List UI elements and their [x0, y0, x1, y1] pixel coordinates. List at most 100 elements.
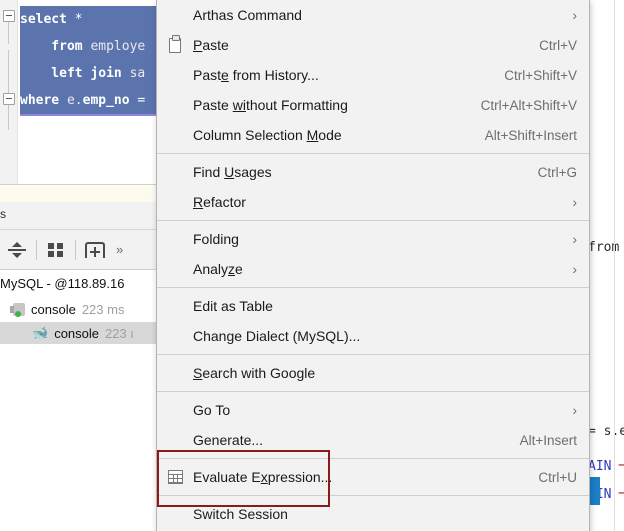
list-item-label: console [31, 301, 76, 317]
code-token: e. [66, 93, 83, 108]
menu-item-switch-session[interactable]: Switch Session [157, 499, 589, 529]
menu-separator [157, 153, 589, 154]
menu-item-edit-as-table[interactable]: Edit as Table [157, 291, 589, 321]
menu-item-find-usages[interactable]: Find Usages Ctrl+G [157, 157, 589, 187]
menu-item-paste-from-history[interactable]: Paste from History... Ctrl+Shift+V [157, 60, 589, 90]
code-fragment: = s.e [588, 424, 624, 439]
clipboard-icon [166, 34, 184, 54]
menu-item-label: Generate... [193, 432, 264, 448]
list-item[interactable]: console 223 ms [0, 298, 164, 320]
menu-item-column-selection-mode[interactable]: Column Selection Mode Alt+Shift+Insert [157, 120, 589, 150]
mnemonic-char: M [306, 127, 319, 143]
chevron-right-icon: › [572, 402, 577, 418]
editor-context-menu[interactable]: Arthas Command › Paste Ctrl+V Paste from His… [156, 0, 590, 531]
menu-item-label: Edit as Table [193, 298, 273, 314]
code-line: from employe [20, 33, 164, 60]
menu-item-evaluate-expression[interactable]: Evaluate Expression... Ctrl+U [157, 462, 589, 492]
menu-item-label: Analyze [193, 261, 243, 277]
code-token: = [129, 93, 146, 108]
code-token: sa [129, 66, 146, 81]
more-actions-icon[interactable]: » [116, 242, 123, 257]
menu-item-search-with-google[interactable]: Search with Google [157, 358, 589, 388]
mnemonic-char: wi [232, 97, 246, 113]
menu-item-analyze[interactable]: Analyze › [157, 254, 589, 284]
mnemonic-char: U [224, 164, 235, 180]
group-by-glyph [47, 242, 65, 258]
menu-item-label: Change Dialect (MySQL)... [193, 328, 361, 344]
chevron-up-icon [12, 241, 22, 247]
menu-item-label: Refactor [193, 194, 246, 210]
status-dot-icon [15, 310, 21, 317]
code-token: select [20, 12, 67, 27]
menu-item-shortcut: Alt+Shift+Insert [484, 127, 577, 143]
menu-item-generate[interactable]: Generate... Alt+Insert [157, 425, 589, 455]
menu-item-shortcut: Ctrl+G [537, 164, 577, 180]
editor-empty-area [20, 116, 164, 184]
grid-glyph [167, 470, 183, 484]
chevron-right-icon: › [572, 194, 577, 210]
editor-code-lines[interactable]: select * from employe left join sa where … [20, 6, 164, 114]
mnemonic-char: R [193, 194, 204, 210]
chevron-right-icon: › [572, 7, 577, 23]
menu-item-label: Column Selection Mode [193, 127, 342, 143]
mnemonic-char: P [193, 37, 203, 53]
group-dot-4 [56, 250, 63, 257]
dolphin-icon: 🐋 [32, 325, 49, 340]
code-line: select * [20, 6, 164, 33]
list-item[interactable]: 🐋 console 223 ı [0, 322, 164, 344]
toolbar-separator-1 [36, 239, 37, 260]
menu-item-paste-without-formatting[interactable]: Paste without Formatting Ctrl+Alt+Shift+V [157, 90, 589, 120]
scrollbar-edge[interactable] [614, 0, 615, 531]
menu-separator [157, 391, 589, 392]
fold-tail-2 [8, 50, 9, 93]
services-header: s [0, 202, 164, 230]
code-token: where [20, 93, 67, 108]
editor-gutter[interactable] [0, 0, 18, 202]
fold-marker-2[interactable] [3, 93, 15, 105]
code-fragment: ¬ [618, 487, 624, 502]
menu-item-shortcut: Ctrl+V [539, 37, 577, 53]
menu-item-paste[interactable]: Paste Ctrl+V [157, 30, 589, 60]
menu-item-folding[interactable]: Folding › [157, 224, 589, 254]
group-by-icon[interactable] [39, 233, 73, 267]
screenshot-root: select * from employe left join sa where … [0, 0, 624, 531]
chevron-down-icon [12, 252, 22, 258]
editor-warning-strip [0, 185, 164, 202]
menu-item-go-to[interactable]: Go To › [157, 395, 589, 425]
menu-item-shortcut: Alt+Insert [519, 432, 577, 448]
menu-item-shortcut: Ctrl+Shift+V [504, 67, 577, 83]
menu-separator [157, 354, 589, 355]
clipboard-glyph [169, 34, 181, 53]
menu-item-refactor[interactable]: Refactor › [157, 187, 589, 217]
fold-marker-1[interactable] [3, 10, 15, 22]
mnemonic-char: S [193, 365, 203, 381]
group-dot-2 [56, 242, 63, 249]
menu-separator [157, 220, 589, 221]
menu-item-change-dialect[interactable]: Change Dialect (MySQL)... [157, 321, 589, 351]
collapse-bar [8, 248, 26, 251]
menu-item-label: Arthas Command [193, 7, 302, 23]
menu-item-shortcut: Ctrl+U [538, 469, 577, 485]
menu-item-label: Paste without Formatting [193, 97, 348, 113]
toolbar-separator-2 [75, 239, 76, 260]
code-token: left join [20, 66, 130, 81]
menu-item-label: Folding [193, 231, 239, 247]
add-tab-icon[interactable] [78, 233, 112, 267]
group-dot-3 [47, 250, 54, 257]
menu-item-label: Go To [193, 402, 231, 418]
collapse-all-glyph [8, 241, 26, 258]
collapse-all-icon[interactable] [0, 233, 34, 267]
mnemonic-char: x [260, 469, 268, 485]
menu-item-shortcut: Ctrl+Alt+Shift+V [480, 97, 577, 113]
sql-editor-pane[interactable]: select * from employe left join sa where … [0, 0, 164, 202]
services-toolbar[interactable]: » [0, 230, 164, 270]
group-dot-1 [47, 242, 54, 249]
right-code-strip[interactable]: from = s.e AIN AIN ¬ ¬ [588, 0, 624, 531]
menu-item-arthas-command[interactable]: Arthas Command › [157, 0, 589, 30]
mnemonic-char: e [221, 67, 229, 83]
menu-item-label: Evaluate Expression... [193, 469, 333, 485]
mnemonic-char: z [228, 261, 236, 277]
code-token: * [66, 12, 83, 27]
code-token: employe [90, 39, 146, 54]
menu-item-label: Switch Session [193, 506, 288, 522]
